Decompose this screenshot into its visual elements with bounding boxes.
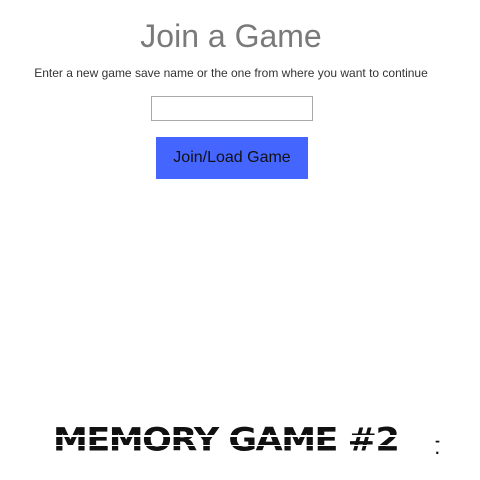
logo-glitch-dots: - ·: [435, 434, 440, 460]
logo-glitch-line: [53, 445, 448, 446]
game-logo-text: MEMORY GAME #2: [53, 422, 400, 459]
join-load-game-button[interactable]: Join/Load Game: [156, 137, 308, 179]
instructions-text: Enter a new game save name or the one fr…: [34, 66, 428, 80]
logo-glitch-line: [53, 435, 448, 437]
save-name-input[interactable]: [151, 96, 313, 121]
page-title: Join a Game: [140, 18, 322, 54]
game-logo: MEMORY GAME #2 - ·: [53, 422, 448, 462]
